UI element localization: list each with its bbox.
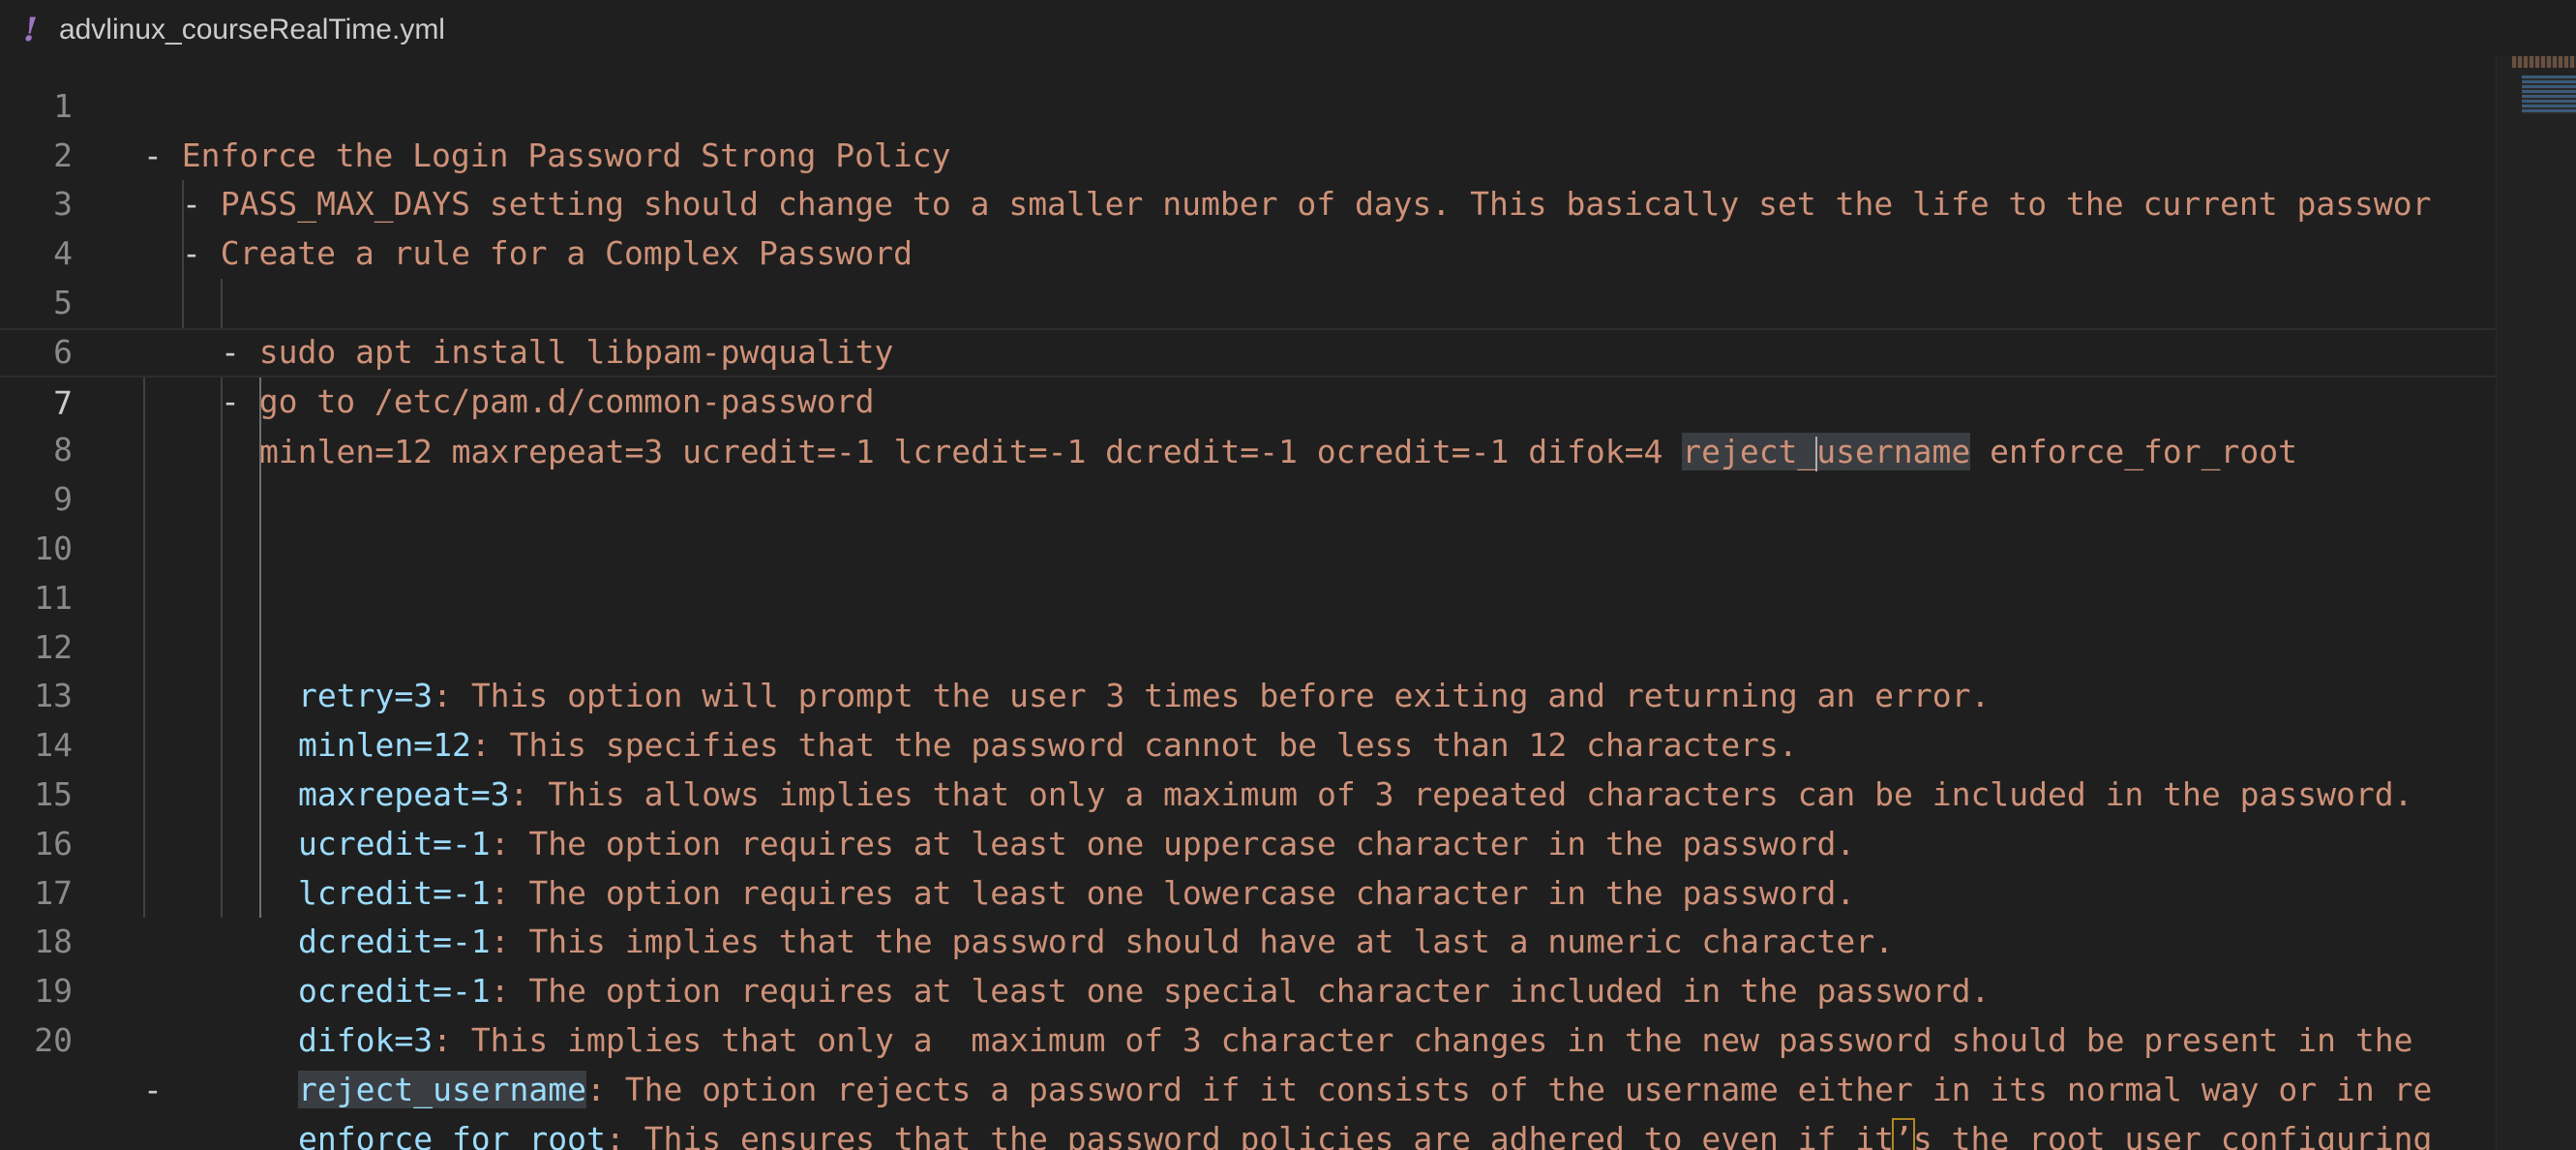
indent-guide (143, 475, 145, 525)
indent-guide (143, 868, 145, 919)
code-line[interactable]: 1 - Enforce the Login Password Strong Po… (0, 33, 2497, 174)
minimap-line (2512, 56, 2576, 68)
matching-char-highlight: ’ (1892, 1117, 1915, 1150)
code-editor[interactable]: ! advlinux_courseRealTime.yml 1 - Enforc… (0, 0, 2576, 1150)
code-text: s the root user configuring (1912, 1119, 2433, 1150)
code-line[interactable]: 5 - go to /etc/pam.d/common-password (0, 229, 2497, 420)
indent-guide (259, 622, 261, 673)
line-number: 20 (34, 1020, 73, 1059)
vertical-scrollbar[interactable] (2496, 56, 2576, 1150)
code-line[interactable]: 3 - Create a rule for a Complex Password (0, 132, 2497, 272)
indent-guide (259, 573, 261, 623)
indent-guide (143, 770, 145, 820)
indent-guide (259, 377, 261, 427)
indent-guide (221, 819, 223, 869)
indent-guide (259, 524, 261, 574)
indent-guide (259, 721, 261, 771)
indent-guide (259, 475, 261, 525)
code-line[interactable]: 20 - (0, 967, 2497, 1108)
indent-guide (221, 475, 223, 525)
indent-guide (182, 278, 184, 328)
yaml-key: difok=3 (298, 1020, 434, 1059)
code-line[interactable]: 14 dcredit=-1: This implies that the pas… (0, 672, 2497, 960)
indent-guide (259, 819, 261, 869)
indent-guide (143, 377, 145, 427)
indent-guide (259, 672, 261, 722)
indent-guide (182, 229, 184, 279)
code-area[interactable]: 1 - Enforce the Login Password Strong Po… (0, 33, 2497, 1150)
indent-guide (221, 524, 223, 574)
code-line[interactable]: 6 (0, 278, 2497, 371)
indent-guide (221, 377, 223, 427)
indent-guide (182, 180, 184, 230)
indent-guide (143, 573, 145, 623)
code-line[interactable]: 9 retry=3: This option will prompt the u… (0, 426, 2497, 714)
indent-guide (143, 426, 145, 476)
code-line[interactable]: 10 minlen=12: This specifies that the pa… (0, 475, 2497, 764)
indent-guide (259, 426, 261, 476)
indent-guide (221, 426, 223, 476)
code-line[interactable]: 18 enforce_for_root: This ensures that t… (0, 868, 2497, 1150)
code-line[interactable]: 19 (0, 918, 2497, 1010)
indent-guide (143, 524, 145, 574)
code-line[interactable]: 2 - PASS_MAX_DAYS setting should change … (0, 82, 2497, 224)
indent-guide (221, 721, 223, 771)
code-line[interactable]: 4 - sudo apt install libpam-pwquality (0, 180, 2497, 371)
indent-guide (221, 278, 223, 328)
indent-guide (221, 672, 223, 722)
code-line[interactable]: 13 lcredit=-1: The option requires at le… (0, 622, 2497, 912)
indent-guide (143, 622, 145, 673)
code-text: : This implies that only a maximum of 3 … (433, 1020, 2413, 1059)
code-line[interactable]: 12 ucredit=-1: The option requires at le… (0, 573, 2497, 862)
indent-guide (259, 770, 261, 820)
indent-guide (221, 868, 223, 919)
indent-guide (221, 573, 223, 623)
minimap-slider[interactable] (2522, 76, 2576, 114)
indent-guide (143, 819, 145, 869)
indent-guide (221, 770, 223, 820)
code-line[interactable]: 15 ocredit=-1: The option requires at le… (0, 721, 2497, 1010)
code-text: : This ensures that the password policie… (605, 1119, 1895, 1150)
minimap[interactable] (2512, 56, 2576, 116)
indent-guide (143, 672, 145, 722)
code-line-current[interactable]: 7 minlen=12 maxrepeat=3 ucredit=-1 lcred… (0, 327, 2497, 471)
indent-guide (143, 721, 145, 771)
code-line[interactable]: 16 difok=3: This implies that only a max… (0, 770, 2497, 1059)
code-line[interactable]: 17 reject_username: The option rejects a… (0, 819, 2497, 1108)
indent-guide (259, 868, 261, 919)
code-line[interactable]: 11 maxrepeat=3: This allows implies that… (0, 524, 2497, 813)
list-dash: - (143, 1070, 163, 1108)
indent-guide (221, 622, 223, 673)
code-line[interactable]: 8 (0, 377, 2497, 469)
yaml-key: enforce_for_root (298, 1119, 606, 1150)
